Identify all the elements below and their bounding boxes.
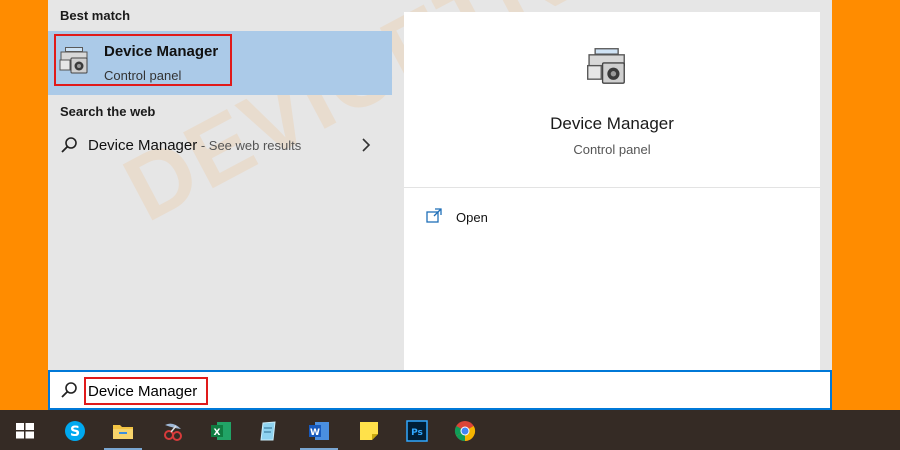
best-match-label: Best match — [60, 8, 131, 23]
svg-text:W: W — [310, 428, 320, 438]
notepad-icon — [260, 421, 276, 441]
word-icon: W — [309, 422, 329, 440]
windows-logo-icon — [16, 423, 34, 439]
open-label: Open — [456, 210, 488, 225]
start-menu-search-panel: DEVICETRICKS Best match Device Manager C… — [48, 0, 832, 370]
search-box — [48, 370, 832, 410]
results-pane: Best match Device Manager Control panel … — [48, 0, 392, 370]
taskbar-word[interactable]: W — [296, 410, 342, 450]
web-result-title: Device Manager — [88, 137, 198, 154]
chevron-right-icon[interactable] — [360, 138, 372, 152]
taskbar-photoshop[interactable]: Ps — [394, 410, 440, 450]
taskbar-excel[interactable]: X — [198, 410, 244, 450]
scissors-icon — [164, 423, 182, 441]
chrome-icon — [454, 421, 476, 442]
open-window-icon — [426, 208, 442, 223]
device-manager-icon — [587, 48, 625, 84]
taskbar-skype[interactable]: S — [52, 410, 98, 450]
best-match-subtitle: Control panel — [104, 68, 182, 83]
sticky-note-icon — [360, 422, 378, 440]
skype-icon: S — [65, 421, 85, 441]
taskbar-notepad[interactable] — [246, 410, 292, 450]
detail-pane: Device Manager Control panel Open — [404, 12, 820, 370]
search-web-label: Search the web — [60, 104, 156, 119]
open-action[interactable]: Open — [426, 206, 546, 230]
web-result-item[interactable]: Device Manager - See web results — [48, 128, 392, 164]
web-result-text: Device Manager - See web results — [88, 137, 301, 154]
excel-icon: X — [211, 422, 231, 440]
search-icon — [61, 382, 77, 398]
taskbar-file-explorer[interactable] — [100, 410, 146, 450]
web-result-suffix: - See web results — [197, 138, 302, 153]
detail-subtitle: Control panel — [573, 142, 651, 157]
folder-icon — [113, 425, 133, 439]
best-match-item[interactable]: Device Manager Control panel — [48, 31, 392, 95]
best-match-title: Device Manager — [104, 43, 219, 60]
photoshop-icon: Ps — [406, 420, 428, 442]
taskbar: S X W Ps — [0, 410, 900, 450]
svg-text:X: X — [214, 428, 221, 438]
search-icon — [61, 137, 77, 153]
search-input[interactable] — [88, 381, 808, 401]
taskbar-chrome[interactable] — [442, 410, 488, 450]
device-manager-icon — [59, 47, 88, 74]
svg-text:Ps: Ps — [411, 428, 423, 438]
svg-text:S: S — [70, 424, 80, 440]
divider — [404, 187, 820, 188]
taskbar-sticky-notes[interactable] — [346, 410, 392, 450]
detail-title: Device Manager — [550, 114, 674, 133]
taskbar-snipping-tool[interactable] — [150, 410, 196, 450]
taskbar-windows-start[interactable] — [2, 410, 48, 450]
